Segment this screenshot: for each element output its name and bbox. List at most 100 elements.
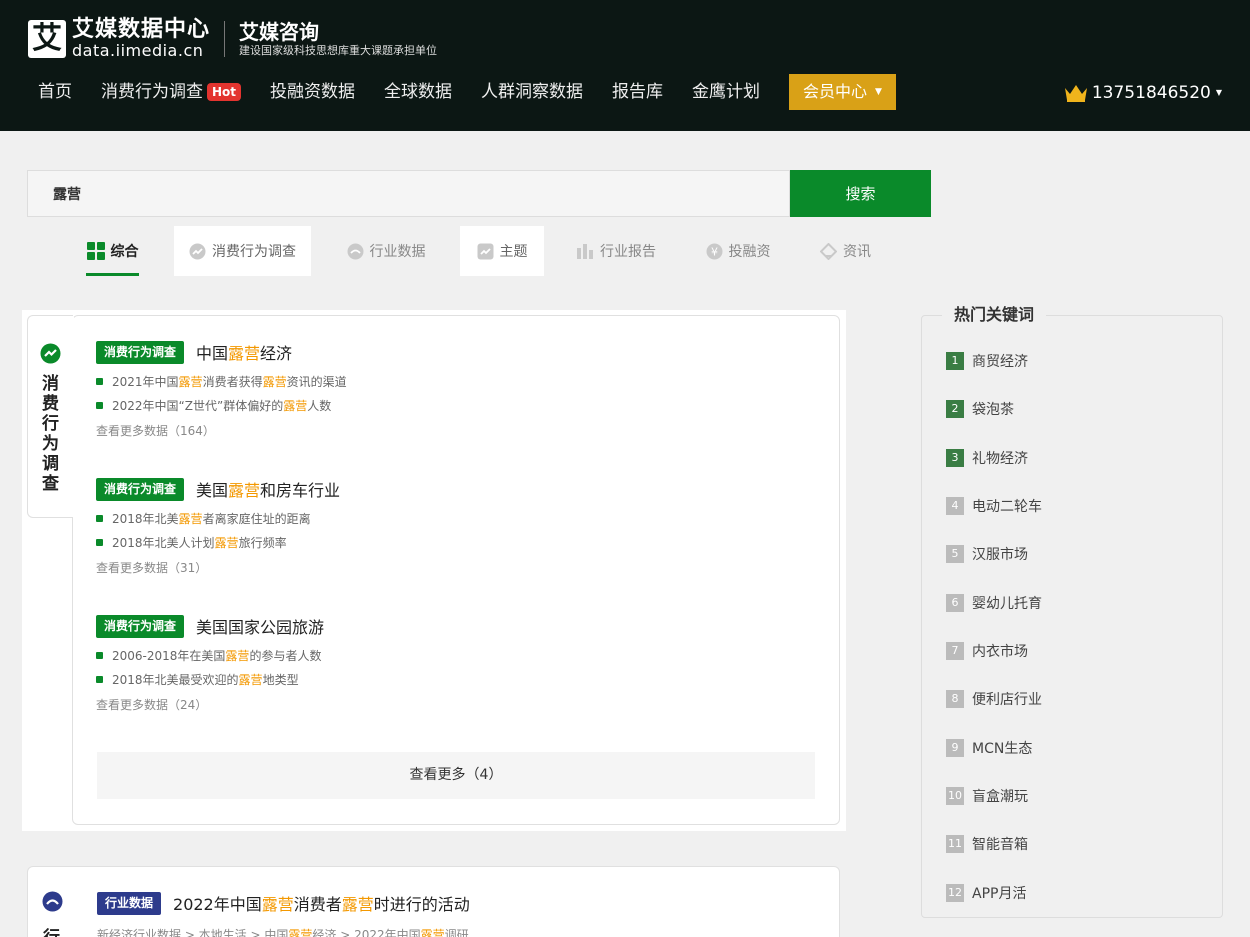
nav-report-library[interactable]: 报告库 [612, 74, 663, 110]
tab-consumer-survey-label: 消费行为调查 [212, 244, 296, 260]
rank-badge: 6 [946, 594, 964, 612]
hot-keyword-item[interactable]: 4 电动二轮车 [946, 497, 1042, 515]
result-card-industry: 行 行业数据 2022年中国露营消费者露营时进行的活动 新经济行业数据 > 本地… [27, 866, 840, 937]
search-bar: 搜索 [27, 170, 931, 217]
result-item: 消费行为调查 美国露营和房车行业 2018年北美 露营 者离家庭住址的距离 2018… [96, 477, 340, 575]
tab-investment-label: 投融资 [728, 244, 771, 260]
tab-industry-report-label: 行业报告 [600, 244, 656, 260]
nav-home[interactable]: 首页 [38, 74, 72, 110]
caret-down-icon: ▼ [1215, 88, 1222, 97]
bullet-dot [96, 514, 103, 522]
category-tag: 行业数据 [97, 891, 162, 915]
chart-circle-icon [42, 891, 63, 912]
tab-industry-data-label: 行业数据 [369, 244, 426, 260]
breadcrumb: 新经济行业数据 > 本地生活 > 中国露营经济 > 2022年中国露营调研 [97, 928, 469, 937]
rank-badge: 2 [946, 400, 964, 418]
caret-down-icon: ▼ [875, 87, 882, 97]
bullet-dot [96, 675, 103, 683]
svg-text:¥: ¥ [711, 245, 718, 258]
nav-investment[interactable]: 投融资数据 [270, 74, 355, 110]
nav-global-data[interactable]: 全球数据 [384, 74, 452, 110]
rank-badge: 9 [946, 739, 964, 757]
data-bullet[interactable]: 2022年中国“Z世代”群体偏好的 露营 人数 [96, 398, 347, 413]
hot-keyword-item[interactable]: 10 盲盒潮玩 [946, 787, 1028, 805]
hot-keyword-item[interactable]: 9 MCN生态 [946, 739, 1032, 757]
tab-topic-label: 主题 [499, 244, 528, 260]
result-item: 消费行为调查 中国露营经济 2021年中国 露营 消费者获得 露营 资讯的渠道 2022… [96, 340, 347, 438]
hot-keyword-item[interactable]: 6 婴幼儿托育 [946, 594, 1042, 612]
result-title[interactable]: 中国露营经济 [196, 340, 292, 364]
tab-news[interactable]: 资讯 [818, 226, 873, 276]
building-icon [576, 243, 594, 259]
user-phone: 13751846520 [1091, 83, 1211, 103]
more-data-link[interactable]: 查看更多数据（164） [96, 422, 347, 438]
trend-circle-icon [40, 343, 61, 364]
rank-badge: 5 [946, 545, 964, 563]
result-title[interactable]: 2022年中国露营消费者露营时进行的活动 [173, 891, 470, 915]
hot-keyword-item[interactable]: 3 礼物经济 [946, 449, 1028, 467]
rank-badge: 12 [946, 884, 964, 902]
data-bullet[interactable]: 2018年北美人计划 露营 旅行频率 [96, 535, 340, 550]
nav-golden-eagle[interactable]: 金鹰计划 [692, 74, 760, 110]
rank-badge: 7 [946, 642, 964, 660]
rank-badge: 11 [946, 835, 964, 853]
rank-badge: 1 [946, 352, 964, 370]
data-bullet[interactable]: 2018年北美最受欢迎的 露营 地类型 [96, 672, 324, 687]
hot-keywords-title: 热门关键词 [942, 302, 1047, 328]
hot-keyword-item[interactable]: 11 智能音箱 [946, 835, 1028, 853]
tab-all[interactable]: 综合 [86, 226, 139, 276]
user-menu[interactable]: 13751846520 ▼ [1064, 80, 1222, 106]
hot-keyword-item[interactable]: 2 袋泡茶 [946, 400, 1014, 418]
bullet-dot [96, 377, 103, 385]
result-item: 消费行为调查 美国国家公园旅游 2006-2018年在美国 露营 的参与者人数 20… [96, 614, 324, 712]
category-tag: 消费行为调查 [96, 614, 185, 638]
tab-topic[interactable]: 主题 [460, 226, 544, 276]
tab-all-label: 综合 [110, 244, 139, 260]
rank-badge: 3 [946, 449, 964, 467]
rank-badge: 4 [946, 497, 964, 515]
hot-keyword-item[interactable]: 12 APP月活 [946, 884, 1026, 902]
data-bullet[interactable]: 2021年中国 露营 消费者获得 露营 资讯的渠道 [96, 374, 347, 389]
topic-icon [477, 243, 494, 260]
see-more-button[interactable]: 查看更多（4） [97, 752, 815, 799]
top-header: 艾 艾媒数据中心 data.iimedia.cn 艾媒咨询 建设国家级科技思想库… [0, 0, 1250, 131]
hot-keyword-item[interactable]: 1 商贸经济 [946, 352, 1028, 370]
tab-news-label: 资讯 [843, 244, 871, 260]
tab-industry-data[interactable]: 行业数据 [344, 226, 428, 276]
crown-icon [1064, 85, 1087, 102]
search-input[interactable] [27, 170, 790, 217]
news-icon [820, 242, 837, 260]
hot-badge: Hot [207, 83, 242, 101]
hot-keyword-item[interactable]: 8 便利店行业 [946, 690, 1042, 708]
data-bullet[interactable]: 2018年北美 露营 者离家庭住址的距离 [96, 511, 340, 526]
data-bullet[interactable]: 2006-2018年在美国 露营 的参与者人数 [96, 648, 324, 663]
logo[interactable]: 艾 艾媒数据中心 data.iimedia.cn 艾媒咨询 建设国家级科技思想库… [28, 18, 437, 60]
member-center-button[interactable]: 会员中心 ▼ [789, 74, 896, 110]
result-title[interactable]: 美国国家公园旅游 [196, 614, 324, 638]
nav-consumer-survey-label: 消费行为调查 [101, 82, 203, 102]
nav-consumer-survey[interactable]: 消费行为调查 Hot [101, 74, 242, 110]
search-button[interactable]: 搜索 [790, 170, 931, 217]
consult-subtitle: 建设国家级科技思想库重大课题承担单位 [239, 44, 438, 57]
hot-keyword-item[interactable]: 7 内衣市场 [946, 642, 1028, 660]
bullet-dot [96, 651, 103, 659]
logo-divider [224, 21, 226, 57]
tab-investment[interactable]: ¥ 投融资 [704, 226, 772, 276]
nav-audience-insight[interactable]: 人群洞察数据 [481, 74, 583, 110]
hot-keyword-item[interactable]: 5 汉服市场 [946, 545, 1028, 563]
category-side-label: 行 [43, 923, 60, 937]
category-tag: 消费行为调查 [96, 477, 185, 501]
consult-name: 艾媒咨询 [239, 20, 320, 44]
category-side-label: 消费行为调查 [42, 374, 59, 494]
more-data-link[interactable]: 查看更多数据（24） [96, 696, 324, 712]
tab-industry-report[interactable]: 行业报告 [575, 226, 657, 276]
logo-mark: 艾 [28, 20, 66, 58]
trend-circle-icon [189, 243, 206, 260]
logo-title: 艾媒数据中心 [72, 17, 211, 42]
main-nav: 首页 消费行为调查 Hot 投融资数据 全球数据 人群洞察数据 报告库 金鹰计划… [28, 74, 896, 110]
tab-consumer-survey[interactable]: 消费行为调查 [174, 226, 311, 276]
result-title[interactable]: 美国露营和房车行业 [196, 477, 340, 501]
bullet-dot [96, 401, 103, 409]
more-data-link[interactable]: 查看更多数据（31） [96, 559, 340, 575]
chart-circle-icon [347, 243, 364, 260]
